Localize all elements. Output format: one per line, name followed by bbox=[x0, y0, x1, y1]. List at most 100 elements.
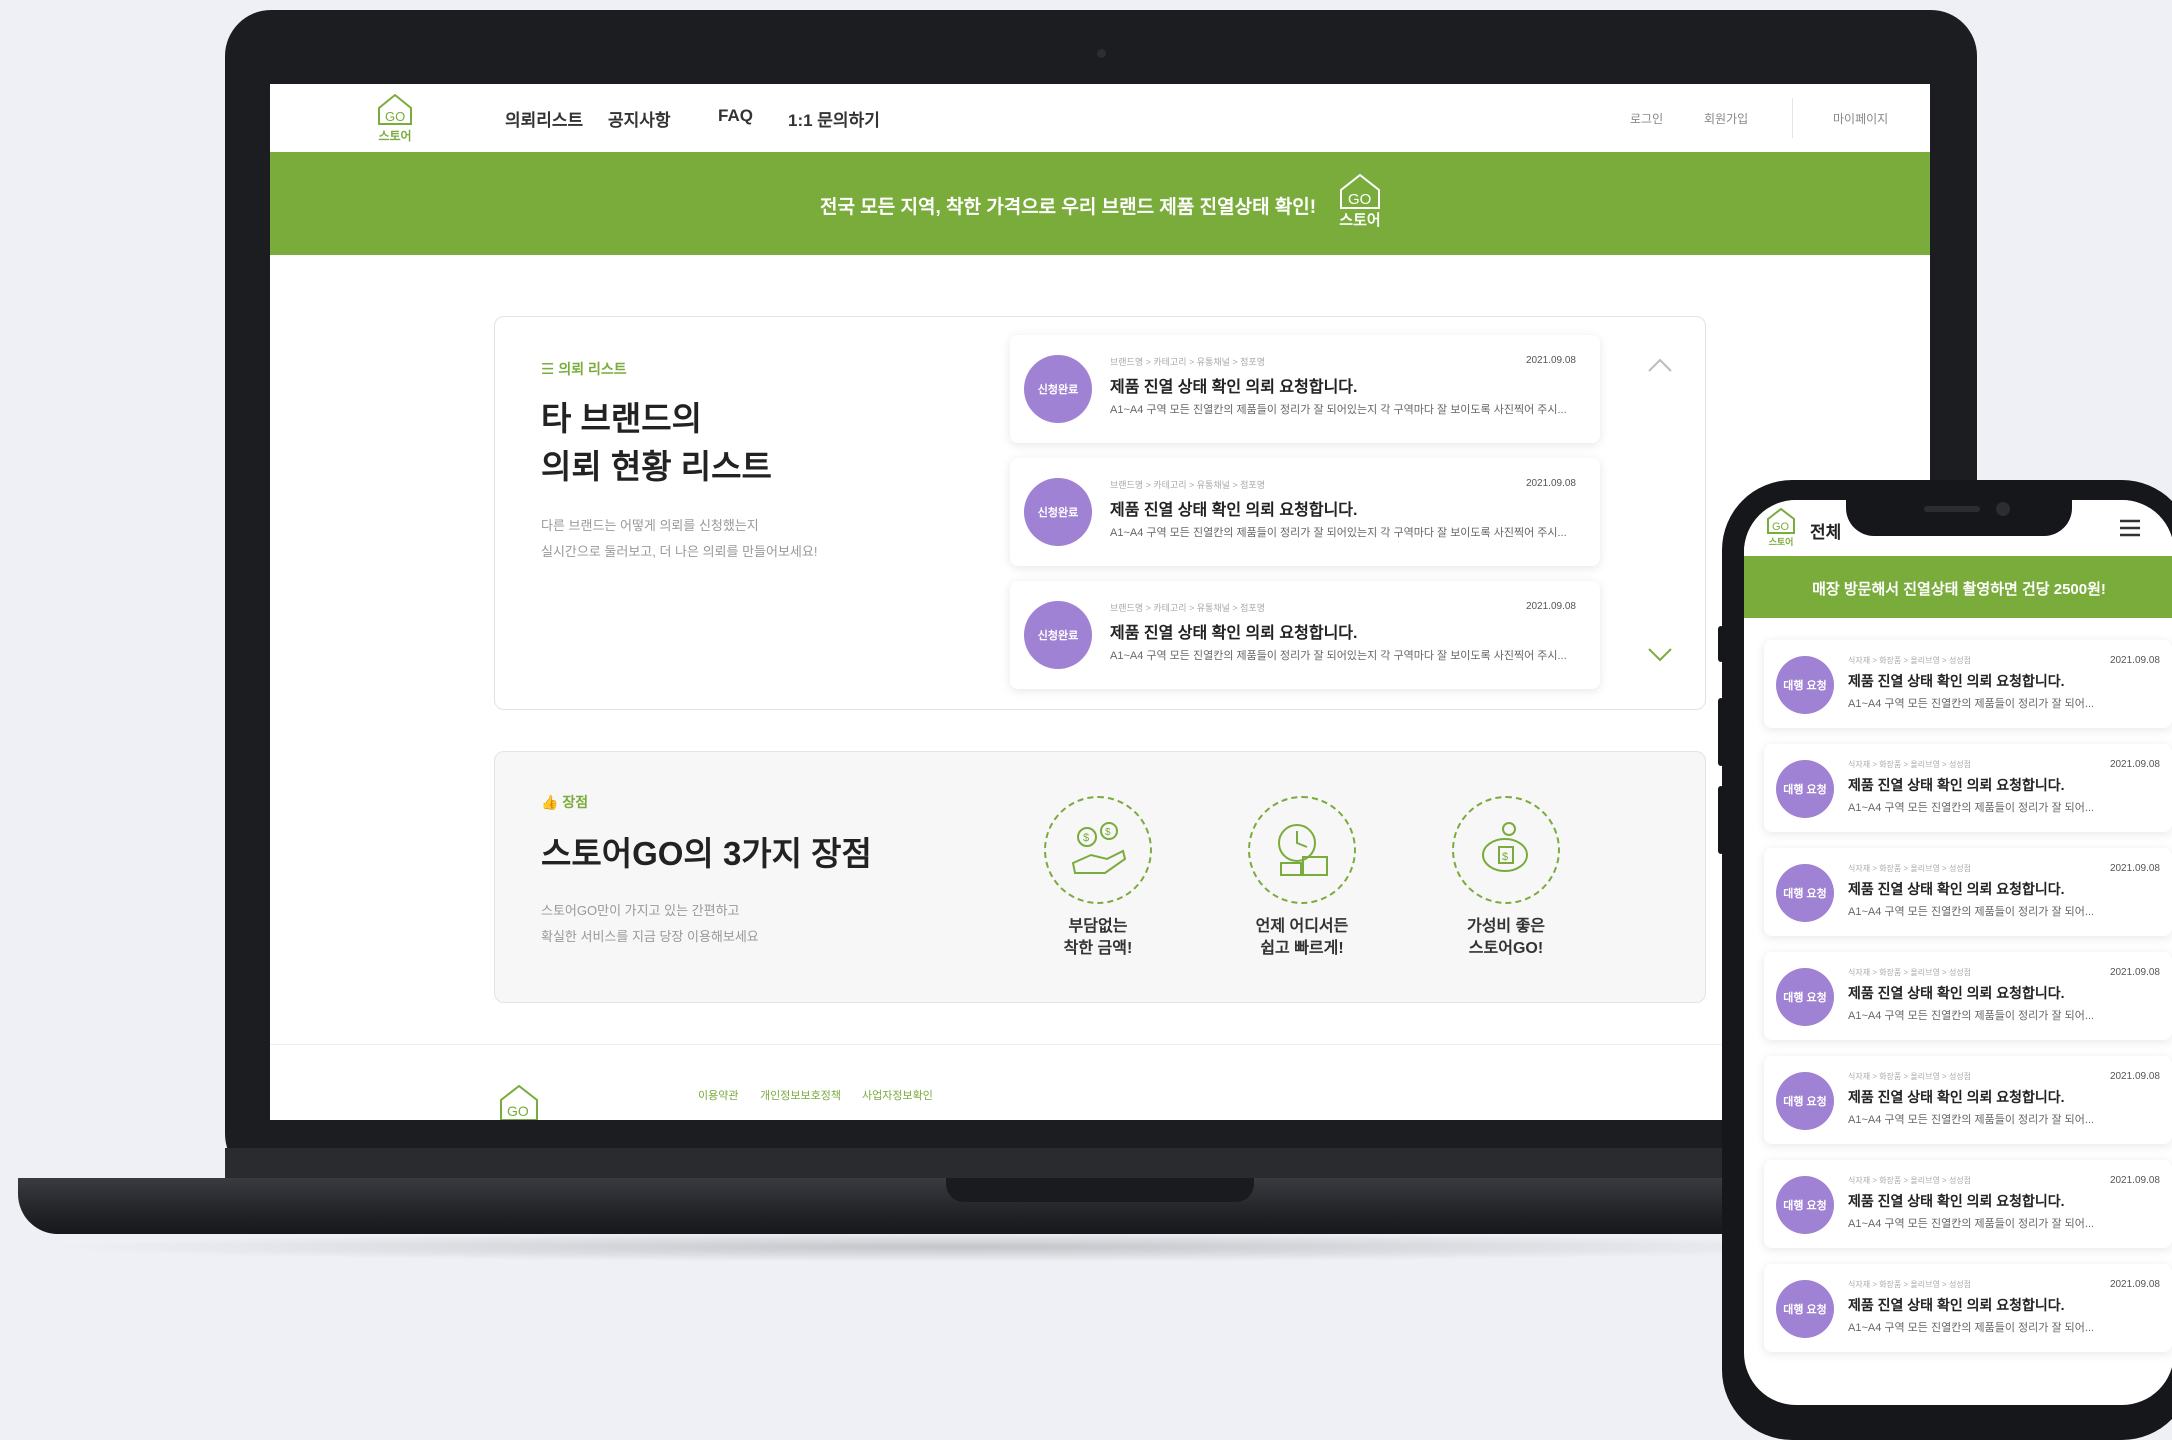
scroll-up-button[interactable] bbox=[1647, 357, 1673, 378]
request-breadcrumb: 식자재 > 화장품 > 올리브영 > 성성점 bbox=[1848, 760, 1972, 769]
mobile-request-card[interactable]: 대행 요청 식자재 > 화장품 > 올리브영 > 성성점 2021.09.08 … bbox=[1764, 640, 2172, 728]
nav-faq[interactable]: FAQ bbox=[718, 106, 753, 126]
list-title-line1: 타 브랜드의 bbox=[541, 400, 702, 437]
request-summary: A1~A4 구역 모든 진열칸의 제품들이 정리가 잘 되어... bbox=[1848, 802, 2095, 814]
request-card[interactable]: 신청완료 브랜드명 > 카테고리 > 유통채널 > 점포명 2021.09.08… bbox=[1010, 458, 1600, 566]
request-date: 2021.09.08 bbox=[2109, 759, 2160, 770]
adv-desc-line1: 스토어GO만이 가지고 있는 간편하고 bbox=[541, 903, 740, 918]
advantage-label: 언제 어디서든 쉽고 빠르게! bbox=[1255, 918, 1349, 957]
request-summary: A1~A4 구역 모든 진열칸의 제품들이 정리가 잘 되어... bbox=[1848, 906, 2095, 918]
mobile-promo-banner: 매장 방문해서 진열상태 촬영하면 건당 2500원! bbox=[1744, 556, 2172, 618]
request-summary: A1~A4 구역 모든 진열칸의 제품들이 정리가 잘 되어... bbox=[1848, 1218, 2095, 1230]
nav-inquiry[interactable]: 1:1 문의하기 bbox=[788, 106, 880, 131]
request-date: 2021.09.08 bbox=[1525, 478, 1576, 489]
nav-notice[interactable]: 공지사항 bbox=[608, 106, 671, 131]
list-icon: ☰ bbox=[541, 361, 555, 378]
footer-terms-link[interactable]: 이용약관 bbox=[698, 1087, 738, 1103]
status-badge: 대행 요청 bbox=[1776, 1072, 1834, 1130]
chevron-down-icon bbox=[1648, 648, 1672, 662]
mobile-request-card[interactable]: 대행 요청 식자재 > 화장품 > 올리브영 > 성성점 2021.09.08 … bbox=[1764, 744, 2172, 832]
request-title: 제품 진열 상태 확인 의뢰 요청합니다. bbox=[1848, 881, 2065, 897]
request-card[interactable]: 신청완료 브랜드명 > 카테고리 > 유통채널 > 점포명 2021.09.08… bbox=[1010, 335, 1600, 443]
list-description: 다른 브랜드는 어떻게 의뢰를 신청했는지 실시간으로 둘러보고, 더 나은 의… bbox=[541, 513, 817, 565]
advantage-item: 언제 어디서든 쉽고 빠르게! bbox=[1222, 796, 1382, 960]
request-date: 2021.09.08 bbox=[2109, 1279, 2160, 1290]
request-title: 제품 진열 상태 확인 의뢰 요청합니다. bbox=[1848, 777, 2065, 793]
phone-front-camera bbox=[1996, 502, 2010, 516]
request-title: 제품 진열 상태 확인 의뢰 요청합니다. bbox=[1848, 673, 2065, 689]
laptop-bezel-bottom bbox=[225, 1148, 1977, 1182]
login-link[interactable]: 로그인 bbox=[1630, 110, 1663, 127]
request-breadcrumb: 식자재 > 화장품 > 올리브영 > 성성점 bbox=[1848, 1176, 1972, 1185]
list-tag-label: 의뢰 리스트 bbox=[558, 361, 627, 377]
mobile-request-card[interactable]: 대행 요청 식자재 > 화장품 > 올리브영 > 성성점 2021.09.08 … bbox=[1764, 1160, 2172, 1248]
advantages-description: 스토어GO만이 가지고 있는 간편하고 확실한 서비스를 지금 당장 이용해보세… bbox=[541, 898, 759, 950]
request-card[interactable]: 신청완료 브랜드명 > 카테고리 > 유통채널 > 점포명 2021.09.08… bbox=[1010, 581, 1600, 689]
banner-logo-text: 스토어 bbox=[1339, 212, 1381, 229]
hamburger-icon bbox=[2120, 519, 2140, 537]
site-logo[interactable]: GO 스토어 bbox=[370, 92, 420, 144]
footer-privacy-link[interactable]: 개인정보보호정책 bbox=[760, 1087, 841, 1103]
phone-speaker bbox=[1924, 506, 1980, 512]
svg-text:GO: GO bbox=[1772, 521, 1790, 533]
request-breadcrumb: 브랜드명 > 카테고리 > 유통채널 > 점포명 bbox=[1110, 603, 1265, 613]
advantage-label: 가성비 좋은 스토어GO! bbox=[1466, 918, 1546, 957]
status-badge: 신청완료 bbox=[1024, 355, 1092, 423]
svg-text:$: $ bbox=[1083, 832, 1089, 844]
status-badge: 대행 요청 bbox=[1776, 760, 1834, 818]
mobile-request-card[interactable]: 대행 요청 식자재 > 화장품 > 올리브영 > 성성점 2021.09.08 … bbox=[1764, 1264, 2172, 1352]
request-list-section: ☰ 의뢰 리스트 타 브랜드의 의뢰 현황 리스트 다른 브랜드는 어떻게 의뢰… bbox=[494, 316, 1706, 710]
request-breadcrumb: 식자재 > 화장품 > 올리브영 > 성성점 bbox=[1848, 1072, 1972, 1081]
mobile-request-card[interactable]: 대행 요청 식자재 > 화장품 > 올리브영 > 성성점 2021.09.08 … bbox=[1764, 1056, 2172, 1144]
footer-logo: GO bbox=[496, 1082, 542, 1120]
request-title: 제품 진열 상태 확인 의뢰 요청합니다. bbox=[1110, 625, 1358, 642]
mobile-request-card[interactable]: 대행 요청 식자재 > 화장품 > 올리브영 > 성성점 2021.09.08 … bbox=[1764, 848, 2172, 936]
request-breadcrumb: 식자재 > 화장품 > 올리브영 > 성성점 bbox=[1848, 656, 1972, 665]
chevron-up-icon bbox=[1648, 358, 1672, 372]
mypage-link[interactable]: 마이페이지 bbox=[1833, 110, 1888, 127]
request-summary: A1~A4 구역 모든 진열칸의 제품들이 정리가 잘 되어... bbox=[1848, 698, 2095, 710]
request-breadcrumb: 식자재 > 화장품 > 올리브영 > 성성점 bbox=[1848, 1280, 1972, 1289]
advantages-title: 스토어GO의 3가지 장점 bbox=[541, 835, 872, 872]
request-breadcrumb: 브랜드명 > 카테고리 > 유통채널 > 점포명 bbox=[1110, 480, 1265, 490]
list-title-line2: 의뢰 현황 리스트 bbox=[541, 448, 772, 485]
status-badge: 대행 요청 bbox=[1776, 968, 1834, 1026]
status-badge: 신청완료 bbox=[1024, 478, 1092, 546]
request-breadcrumb: 식자재 > 화장품 > 올리브영 > 성성점 bbox=[1848, 968, 1972, 977]
advantage-label: 부담없는 착한 금액! bbox=[1063, 918, 1133, 957]
request-date: 2021.09.08 bbox=[2109, 655, 2160, 666]
logo-text: 스토어 bbox=[378, 129, 412, 143]
nav-request-list[interactable]: 의뢰리스트 bbox=[505, 106, 583, 131]
mobile-logo[interactable]: GO 스토어 bbox=[1762, 506, 1800, 548]
mobile-banner-text: 매장 방문해서 진열상태 촬영하면 건당 2500원! bbox=[1812, 581, 2106, 598]
request-summary: A1~A4 구역 모든 진열칸의 제품들이 정리가 잘 되어... bbox=[1848, 1114, 2095, 1126]
footer-business-link[interactable]: 사업자정보확인 bbox=[862, 1087, 933, 1103]
list-desc-line1: 다른 브랜드는 어떻게 의뢰를 신청했는지 bbox=[541, 518, 759, 533]
laptop-shadow bbox=[40, 1232, 1880, 1262]
request-date: 2021.09.08 bbox=[2109, 967, 2160, 978]
mobile-request-card[interactable]: 대행 요청 식자재 > 화장품 > 올리브영 > 성성점 2021.09.08 … bbox=[1764, 952, 2172, 1040]
laptop-camera bbox=[1097, 49, 1106, 58]
request-summary: A1~A4 구역 모든 진열칸의 제품들이 정리가 잘 되어... bbox=[1848, 1322, 2095, 1334]
signup-link[interactable]: 회원가입 bbox=[1704, 110, 1748, 127]
mobile-header-title: 전체 bbox=[1810, 523, 1842, 542]
request-title: 제품 진열 상태 확인 의뢰 요청합니다. bbox=[1848, 1089, 2065, 1105]
advantages-tag-label: 장점 bbox=[562, 794, 589, 810]
advantages-section: 👍 장점 스토어GO의 3가지 장점 스토어GO만이 가지고 있는 간편하고 확… bbox=[494, 751, 1706, 1003]
list-desc-line2: 실시간으로 둘러보고, 더 나은 의뢰를 만들어보세요! bbox=[541, 544, 818, 559]
mobile-logo-text: 스토어 bbox=[1768, 537, 1794, 547]
svg-text:GO: GO bbox=[507, 1103, 529, 1119]
request-title: 제품 진열 상태 확인 의뢰 요청합니다. bbox=[1848, 985, 2065, 1001]
request-breadcrumb: 식자재 > 화장품 > 올리브영 > 성성점 bbox=[1848, 864, 1972, 873]
hamburger-menu-button[interactable] bbox=[2118, 518, 2142, 543]
header-divider bbox=[1792, 98, 1793, 138]
advantage-item: $ $ 부담없는 착한 금액! bbox=[1018, 796, 1178, 960]
list-tag: ☰ 의뢰 리스트 bbox=[541, 359, 627, 379]
request-summary: A1~A4 구역 모든 진열칸의 제품들이 정리가 잘 되어있는지 각 구역마다… bbox=[1110, 650, 1567, 662]
scroll-down-button[interactable] bbox=[1647, 647, 1673, 668]
store-go-logo-icon: GO bbox=[378, 93, 412, 125]
desktop-page: GO 스토어 의뢰리스트 공지사항 FAQ 1:1 문의하기 로그인 회원가입 … bbox=[270, 84, 1930, 1120]
request-title: 제품 진열 상태 확인 의뢰 요청합니다. bbox=[1848, 1193, 2065, 1209]
request-date: 2021.09.08 bbox=[2109, 863, 2160, 874]
svg-text:GO: GO bbox=[385, 109, 405, 124]
